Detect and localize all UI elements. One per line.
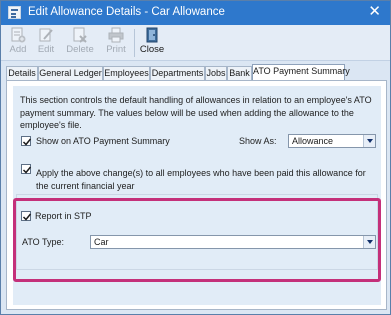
close-button[interactable]: Close	[139, 27, 165, 59]
show-on-summary-label: Show on ATO Payment Summary	[36, 136, 170, 146]
window-close-button[interactable]: ✕	[368, 3, 381, 21]
apply-changes-checkbox[interactable]	[21, 164, 32, 174]
section-description: This section controls the default handli…	[20, 95, 372, 130]
toolbar: Add Edit Delete Print Close	[1, 25, 390, 61]
tab-departments[interactable]: Departments	[150, 66, 205, 80]
print-button[interactable]: Print	[103, 27, 129, 59]
toolbar-separator	[134, 29, 135, 57]
edit-pencil-icon	[39, 28, 53, 42]
tab-ato-payment-summary[interactable]: ATO Payment Summary	[252, 64, 350, 81]
checkmark-icon	[22, 138, 32, 146]
close-door-icon	[146, 27, 158, 43]
show-as-dropdown[interactable]: Allowance	[288, 134, 376, 148]
window-title: Edit Allowance Details - Car Allowance	[28, 6, 225, 18]
ato-payment-summary-section: This section controls the default handli…	[13, 86, 381, 305]
edit-button[interactable]: Edit	[33, 27, 59, 59]
title-bar: Edit Allowance Details - Car Allowance ✕	[1, 1, 390, 25]
delete-button-label: Delete	[66, 44, 94, 55]
apply-changes-label: Apply the above change(s) to all employe…	[36, 168, 366, 191]
show-as-value: Allowance	[292, 136, 334, 146]
edit-button-label: Edit	[37, 44, 55, 55]
highlight-box	[13, 198, 381, 282]
printer-icon	[108, 27, 124, 43]
checkmark-icon	[22, 166, 32, 174]
edit-allowance-window: Edit Allowance Details - Car Allowance ✕…	[0, 0, 391, 315]
window-form-icon	[8, 6, 21, 19]
tab-general-ledger[interactable]: General Ledger	[38, 66, 103, 80]
add-document-icon	[11, 27, 26, 43]
show-on-summary-checkbox[interactable]	[21, 136, 32, 146]
add-button[interactable]: Add	[5, 27, 31, 59]
delete-icon	[73, 27, 87, 43]
chevron-down-icon[interactable]	[363, 135, 375, 147]
tab-panel: This section controls the default handli…	[6, 80, 387, 310]
delete-button[interactable]: Delete	[63, 27, 97, 59]
tab-bank[interactable]: Bank	[227, 66, 252, 80]
close-button-label: Close	[139, 44, 165, 55]
show-as-label: Show As:	[239, 136, 277, 146]
tab-jobs[interactable]: Jobs	[205, 66, 227, 80]
print-button-label: Print	[106, 44, 126, 55]
add-button-label: Add	[9, 44, 27, 55]
tab-employees[interactable]: Employees	[103, 66, 150, 80]
tab-details[interactable]: Details	[6, 66, 38, 80]
